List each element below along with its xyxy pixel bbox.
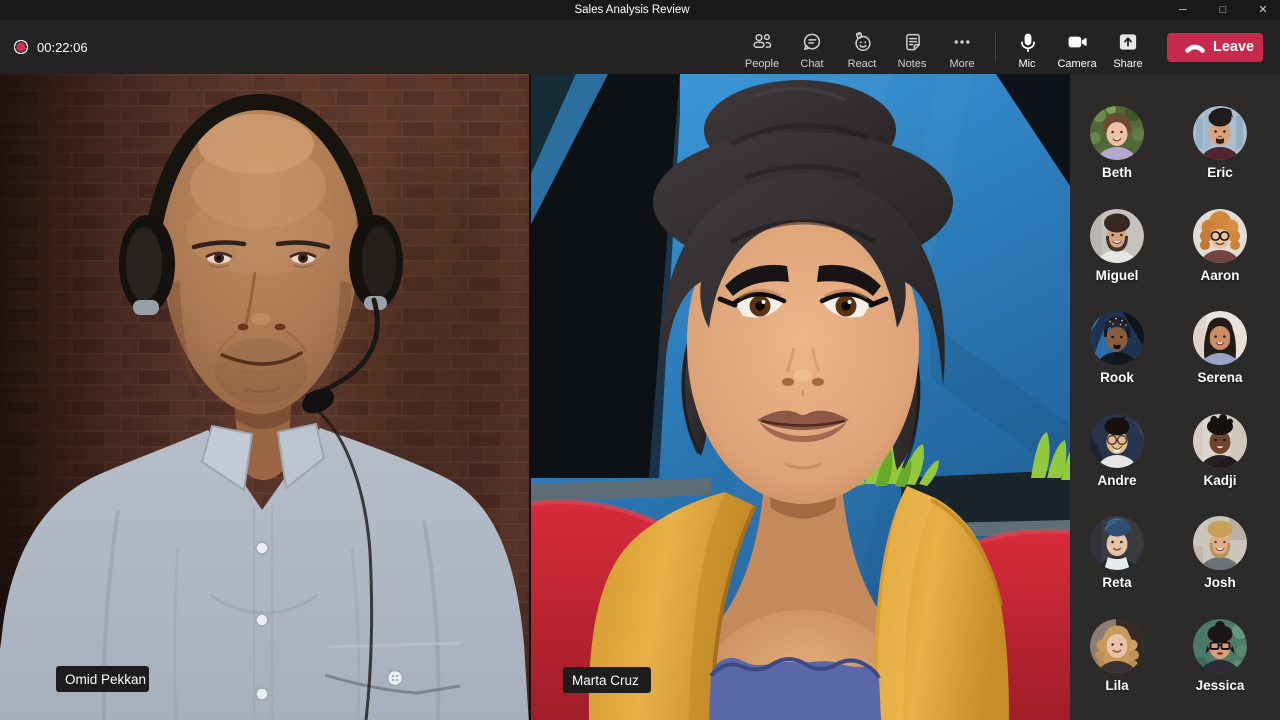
svg-text:Marta Cruz: Marta Cruz [572, 673, 639, 688]
svg-text:Omid Pekkan: Omid Pekkan [65, 672, 146, 687]
